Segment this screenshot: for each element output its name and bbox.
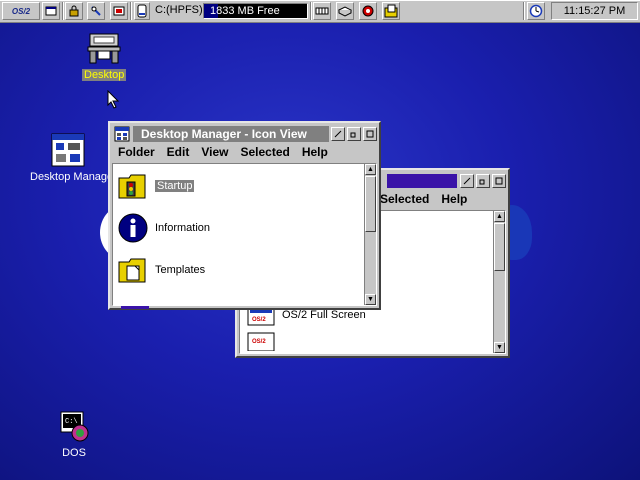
desktop-icon-desktop-manager[interactable]: Desktop Manager [28, 132, 117, 183]
maximize-icon [366, 130, 374, 138]
desktop-icon-label: Desktop [82, 69, 127, 81]
object-startup[interactable]: Startup [117, 170, 195, 202]
find-icon [91, 6, 101, 16]
memory-icon [315, 7, 329, 15]
lock-icon [69, 5, 79, 17]
hide-icon [334, 130, 342, 138]
back-window-title-accent [387, 174, 457, 188]
menu-selected[interactable]: Selected [240, 145, 289, 159]
desktop-manager-window[interactable]: Desktop Manager - Icon View Folder Edit … [108, 121, 381, 310]
desktop-icon-dos[interactable]: C:\ DOS [54, 410, 94, 459]
window-list-button[interactable] [42, 2, 60, 20]
object-information[interactable]: Information [117, 212, 210, 244]
svg-text:OS/2: OS/2 [252, 339, 266, 345]
folder-tray-icon [384, 4, 398, 18]
menu-edit[interactable]: Edit [167, 145, 190, 159]
desktop-manager-label: Desktop Manager [30, 171, 117, 183]
disk-icon [338, 6, 352, 17]
clock-text: 11:15:27 PM [563, 5, 626, 17]
main-window-menubar: Folder Edit View Selected Help [112, 143, 377, 161]
main-window-client[interactable]: Startup Information Templates ▲ ▼ [112, 163, 377, 309]
scroll-up-button[interactable]: ▲ [494, 211, 505, 222]
system-menu-icon[interactable] [114, 126, 130, 142]
templates-folder-icon [118, 258, 146, 283]
restore-icon [350, 132, 356, 138]
scroll-up-button[interactable]: ▲ [365, 164, 376, 175]
hide-button[interactable] [331, 127, 345, 141]
menu-help[interactable]: Help [302, 145, 328, 159]
clock-icon [529, 4, 543, 18]
startup-label: Startup [155, 180, 195, 192]
toolbar-separator [523, 2, 525, 20]
menu-view[interactable]: View [201, 145, 228, 159]
maximize-button[interactable] [492, 174, 506, 188]
restore-button[interactable] [347, 127, 361, 141]
restore-icon [479, 179, 485, 185]
warpcenter-bar: OS/2 C:(HPFS) 1833 MB Free 11:15:27 PM [0, 0, 640, 23]
main-window-title: Desktop Manager - Icon View [133, 126, 329, 142]
maximize-button[interactable] [363, 127, 377, 141]
scroll-down-button[interactable]: ▼ [494, 342, 505, 353]
drive-label: C:(HPFS) [155, 4, 203, 16]
tasks-button[interactable] [359, 2, 377, 20]
main-window-titlebar[interactable]: Desktop Manager - Icon View [112, 125, 377, 143]
mouse-pointer-icon [107, 90, 120, 109]
hide-icon [463, 177, 471, 185]
lockup-button[interactable] [65, 2, 83, 20]
menu-folder[interactable]: Folder [118, 145, 155, 159]
os2-logo-button[interactable]: OS/2 [2, 2, 40, 20]
menu-help[interactable]: Help [441, 192, 467, 206]
hide-button[interactable] [460, 174, 474, 188]
information-label: Information [155, 222, 211, 234]
startup-folder-icon [118, 174, 146, 199]
desktop-manager-icon [51, 133, 85, 167]
shutdown-icon [113, 6, 125, 16]
templates-label: Templates [155, 264, 206, 276]
dos-label: DOS [62, 447, 86, 459]
desktop-icon-desktop[interactable]: Desktop [82, 30, 127, 81]
svg-text:C:\: C:\ [65, 418, 78, 426]
shutdown-button[interactable] [110, 2, 128, 20]
os2-logo-text: OS/2 [11, 6, 31, 16]
os2-full-screen-label: OS/2 Full Screen [282, 309, 366, 321]
restore-button[interactable] [476, 174, 490, 188]
window-list-icon [45, 6, 57, 16]
desktop-folder-icon [87, 33, 121, 64]
main-window-scrollbar[interactable]: ▲ ▼ [364, 164, 376, 305]
dos-icon: C:\ [60, 411, 89, 442]
free-space-text: 1833 MB Free [210, 5, 280, 17]
partial-object-icon [121, 306, 149, 309]
os2-window-icon: OS/2 [247, 332, 275, 351]
drive-icon [137, 4, 147, 18]
clock-display[interactable]: 11:15:27 PM [551, 2, 638, 20]
scroll-thumb[interactable] [365, 176, 376, 232]
free-space-meter: 1833 MB Free [203, 3, 308, 19]
find-button[interactable] [87, 2, 105, 20]
drive-button[interactable] [134, 2, 150, 20]
tasks-icon [362, 5, 374, 17]
drives-button[interactable] [336, 2, 354, 20]
back-window-scrollbar[interactable]: ▲ ▼ [493, 211, 505, 353]
toolbar-separator [62, 2, 64, 20]
alarm-button[interactable] [527, 2, 545, 20]
scroll-thumb[interactable] [494, 223, 505, 271]
system-status-button[interactable] [313, 2, 331, 20]
information-icon [118, 213, 148, 243]
menu-selected[interactable]: Selected [380, 192, 429, 206]
toolbar-separator [310, 2, 312, 20]
toolbar-separator [130, 2, 132, 20]
object-templates[interactable]: Templates [117, 254, 205, 286]
svg-text:OS/2: OS/2 [252, 317, 266, 323]
object-partial[interactable]: OS/2 [246, 331, 276, 351]
maximize-icon [495, 177, 503, 185]
templates-tray-button[interactable] [382, 2, 400, 20]
scroll-down-button[interactable]: ▼ [365, 294, 376, 305]
